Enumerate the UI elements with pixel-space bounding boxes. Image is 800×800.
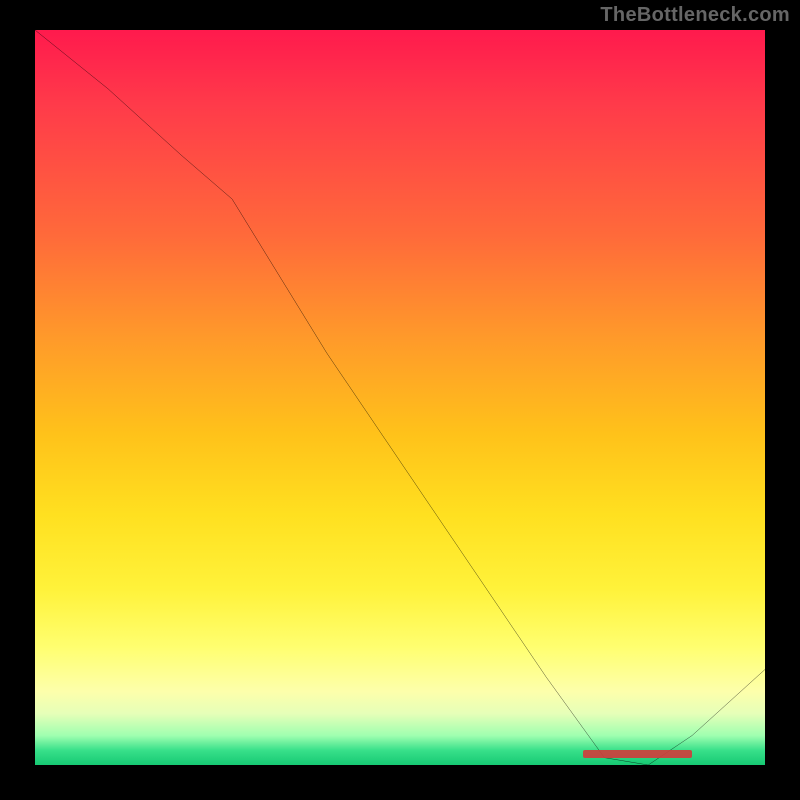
- plot-area: [35, 30, 765, 765]
- watermark-text: TheBottleneck.com: [600, 4, 790, 27]
- line-chart-svg: [35, 30, 765, 765]
- chart-frame: TheBottleneck.com: [0, 0, 800, 800]
- ideal-band-marker: [583, 750, 693, 757]
- curve-line: [35, 30, 765, 765]
